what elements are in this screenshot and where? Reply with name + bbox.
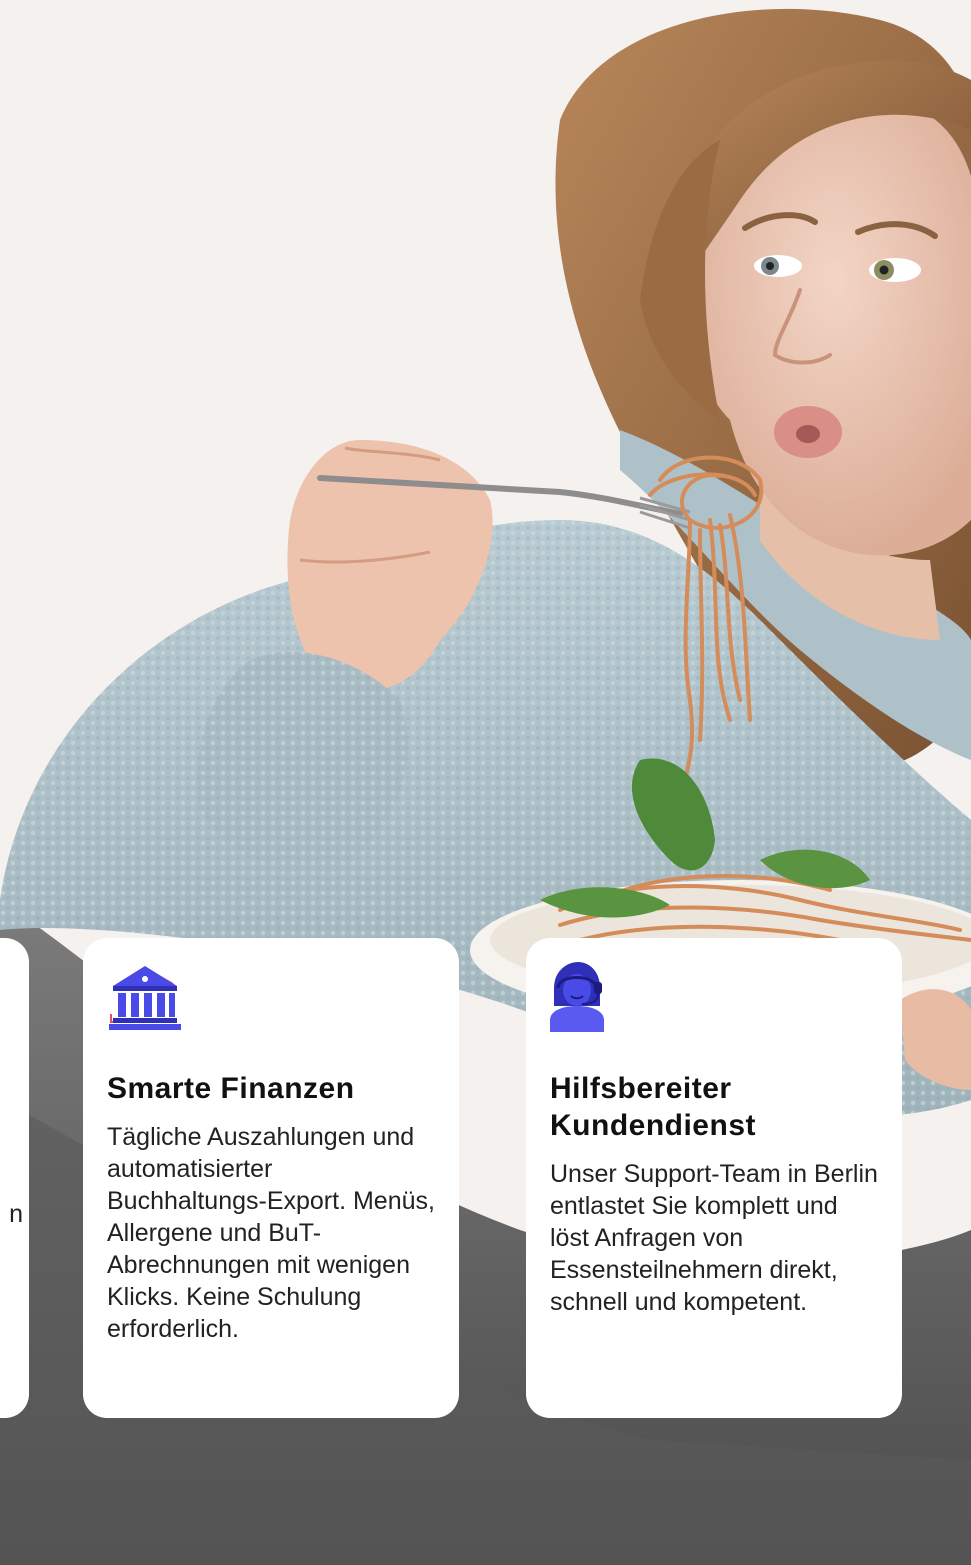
card-title: Hilfsbereiter Kundendienst — [550, 1072, 756, 1142]
feature-card-support: Hilfsbereiter Kundendienst Unser Support… — [526, 938, 902, 1418]
feature-card-partial: n — [0, 938, 29, 1418]
hero-section: n Smarte Finanzen Tägliche Auszahlungen … — [0, 0, 971, 1565]
card-description: Tägliche Auszahlungen und automatisierte… — [107, 1123, 435, 1343]
bank-building-icon — [107, 962, 435, 1032]
support-agent-headset-icon — [550, 962, 878, 1032]
card-description: Unser Support-Team in Berlin entlastet S… — [550, 1160, 878, 1316]
feature-card-finance: Smarte Finanzen Tägliche Auszahlungen un… — [83, 938, 459, 1418]
card-title: Smarte Finanzen — [107, 1072, 355, 1105]
card-text-fragment: n — [9, 1200, 23, 1228]
